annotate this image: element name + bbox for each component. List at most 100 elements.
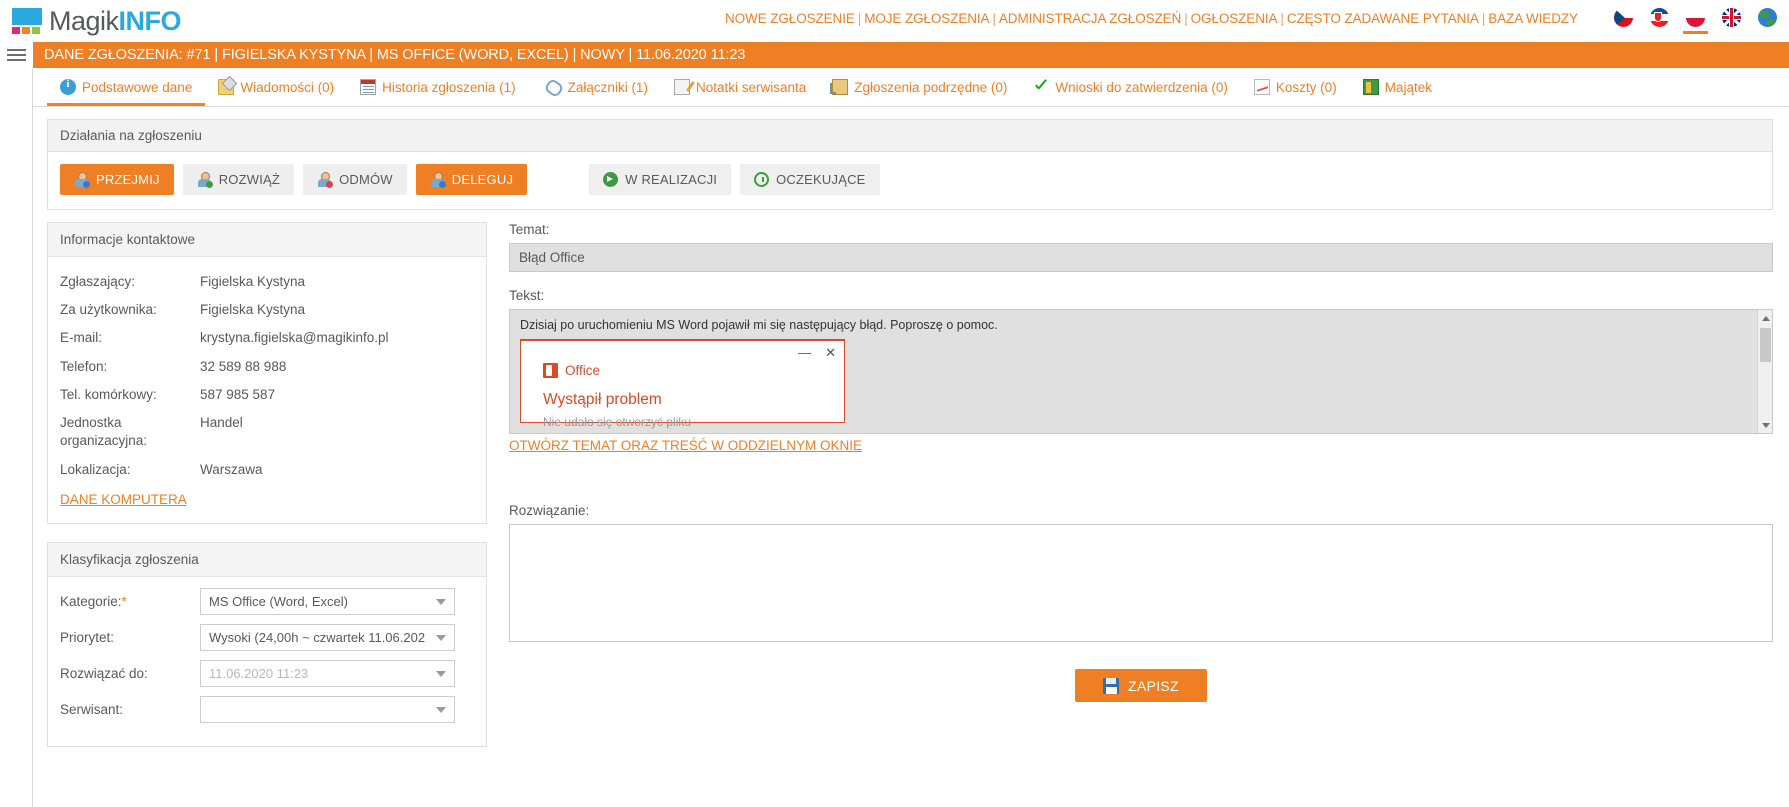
tab-notatki-serwisanta[interactable]: Notatki serwisanta xyxy=(661,71,819,106)
minimize-icon[interactable]: — xyxy=(798,345,811,361)
classification-title: Klasyfikacja zgłoszenia xyxy=(48,542,486,577)
open-in-separate-window-link[interactable]: OTWÓRZ TEMAT ORAZ TREŚĆ W ODDZIELNYM OKN… xyxy=(509,438,862,453)
message-icon xyxy=(218,79,235,95)
priorytet-select[interactable]: Wysoki (24,00h ~ czwartek 11.06.202 xyxy=(200,623,455,651)
nav-moje-zgloszenia[interactable]: MOJE ZGŁOSZENIA xyxy=(864,11,989,26)
w-realizacji-button[interactable]: W REALIZACJI xyxy=(589,164,732,195)
menu-hamburger-icon[interactable] xyxy=(0,42,33,68)
row-value: 32 589 88 988 xyxy=(200,358,287,374)
button-label: DELEGUJ xyxy=(451,172,514,187)
button-label: ROZWIĄŻ xyxy=(218,172,281,187)
subject-label: Temat: xyxy=(509,222,550,237)
tab-label: Notatki serwisanta xyxy=(695,79,807,95)
contact-row-zglaszajacy: Zgłaszający: Figielska Kystyna xyxy=(60,268,474,296)
paperclip-icon xyxy=(543,77,565,98)
text-label: Tekst: xyxy=(509,288,545,303)
dane-komputera-link[interactable]: DANE KOMPUTERA xyxy=(60,492,187,507)
przejmij-button[interactable]: PRZEJMIJ xyxy=(60,164,174,195)
ticket-text-area[interactable]: Dzisiaj po uruchomieniu MS Word pojawił … xyxy=(509,309,1773,434)
solution-textarea[interactable] xyxy=(509,524,1773,642)
logo-info-text: INFO xyxy=(118,5,182,36)
field-serwisant: Serwisant: xyxy=(60,695,474,723)
row-value: Warszawa xyxy=(200,461,263,477)
row-label: Lokalizacja: xyxy=(60,461,131,477)
tab-zalaczniki[interactable]: Załączniki (1) xyxy=(529,72,661,106)
flag-uk-icon[interactable] xyxy=(1722,8,1741,27)
tab-podstawowe-dane[interactable]: Podstawowe dane xyxy=(47,71,206,106)
row-label: E-mail: xyxy=(60,330,103,346)
person-refuse-icon xyxy=(317,172,334,188)
save-button-wrap: ZAPISZ xyxy=(509,642,1773,702)
rozwiaz-button[interactable]: ROZWIĄŻ xyxy=(182,164,295,195)
lang-czech[interactable] xyxy=(1614,8,1633,27)
oczekujace-button[interactable]: OCZEKUJĄCE xyxy=(740,164,880,195)
office-error-subtext: Nie udało się otworzyć pliku xyxy=(543,415,692,429)
left-rail xyxy=(0,68,33,807)
tab-historia-zgloszenia[interactable]: Historia zgłoszenia (1) xyxy=(347,71,529,106)
tab-label: Wiadomości (0) xyxy=(240,79,335,95)
tab-label: Zgłoszenia podrzędne (0) xyxy=(854,79,1008,95)
ticket-text-paragraph: Dzisiaj po uruchomieniu MS Word pojawił … xyxy=(520,318,998,332)
nav-baza-wiedzy[interactable]: BAZA WIEDZY xyxy=(1488,11,1578,26)
contact-row-jednostka-organizacyjna: Jednostka organizacyjna: Handel xyxy=(60,409,474,455)
close-icon[interactable]: ✕ xyxy=(825,345,836,361)
scroll-up-icon[interactable] xyxy=(1758,310,1772,325)
globe-icon[interactable] xyxy=(1758,8,1777,27)
tab-zgloszenia-podrzedne[interactable]: Zgłoszenia podrzędne (0) xyxy=(819,71,1020,106)
row-label: Jednostka organizacyjna: xyxy=(60,415,148,449)
subject-field[interactable]: Błąd Office xyxy=(509,243,1773,272)
contact-row-telefon: Telefon: 32 589 88 988 xyxy=(60,353,474,381)
flag-poland-icon[interactable] xyxy=(1686,8,1705,27)
button-label: PRZEJMIJ xyxy=(96,172,160,187)
scroll-down-icon[interactable] xyxy=(1758,418,1772,433)
label-text: Kategorie: xyxy=(60,593,122,609)
field-label: Kategorie:* xyxy=(60,594,200,609)
nav-ogloszenia[interactable]: OGŁOSZENIA xyxy=(1191,11,1278,26)
content-columns: Informacje kontaktowe Zgłaszający: Figiel… xyxy=(33,210,1789,747)
flag-slovak-icon[interactable] xyxy=(1650,8,1669,27)
contact-info-card: Informacje kontaktowe Zgłaszający: Figiel… xyxy=(47,222,487,524)
contact-row-telefon-komorkowy: Tel. komórkowy: 587 985 587 xyxy=(60,381,474,409)
classification-body: Kategorie:* MS Office (Word, Excel) Prio… xyxy=(48,577,486,746)
deleguj-button[interactable]: DELEGUJ xyxy=(415,164,528,195)
right-column: Temat: Błąd Office Tekst: Dzisiaj po uru… xyxy=(509,222,1773,747)
chevron-down-icon xyxy=(436,635,446,642)
tab-wnioski-do-zatwierdzenia[interactable]: Wnioski do zatwierdzenia (0) xyxy=(1020,71,1241,106)
app-root: MagikINFO NOWE ZGŁOSZENIE | MOJE ZGŁOSZENI… xyxy=(0,0,1789,807)
field-label: Priorytet: xyxy=(60,629,115,645)
row-value: Handel xyxy=(200,415,243,431)
field-label: Rozwiązać do: xyxy=(60,665,148,681)
actions-panel: Działania na zgłoszeniu PRZEJMIJ ROZWIĄŻ… xyxy=(47,119,1773,210)
text-area-scrollbar[interactable] xyxy=(1757,310,1772,433)
tab-majatek[interactable]: Majątek xyxy=(1350,71,1445,106)
main-content: Podstawowe dane Wiadomości (0) Historia … xyxy=(33,68,1789,807)
scrollbar-thumb[interactable] xyxy=(1760,328,1771,362)
left-column: Informacje kontaktowe Zgłaszający: Figiel… xyxy=(47,222,487,747)
save-button[interactable]: ZAPISZ xyxy=(1075,669,1207,702)
lang-global[interactable] xyxy=(1758,8,1777,27)
logo-magik-text: Magik xyxy=(49,5,119,36)
lang-slovak[interactable] xyxy=(1650,8,1669,27)
odmow-button[interactable]: ODMÓW xyxy=(303,164,407,195)
lang-uk[interactable] xyxy=(1722,8,1741,27)
rozwiazac-do-select[interactable]: 11.06.2020 11:23 xyxy=(200,659,455,687)
nav-sep: | xyxy=(1481,11,1486,26)
tab-wiadomosci[interactable]: Wiadomości (0) xyxy=(205,71,347,106)
tab-label: Podstawowe dane xyxy=(82,79,193,95)
kategorie-select[interactable]: MS Office (Word, Excel) xyxy=(200,587,455,615)
flag-czech-icon[interactable] xyxy=(1614,8,1633,27)
chevron-down-icon xyxy=(436,707,446,714)
serwisant-select[interactable] xyxy=(200,695,455,723)
row-value: Figielska Kystyna xyxy=(200,302,306,318)
nav-czesto-zadawane-pytania[interactable]: CZĘSTO ZADAWANE PYTANIA xyxy=(1287,11,1479,26)
field-label: Serwisant: xyxy=(60,701,124,717)
lang-poland[interactable] xyxy=(1683,8,1708,34)
nav-administracja-zgloszen[interactable]: ADMINISTRACJA ZGŁOSZEŃ xyxy=(999,11,1181,26)
tab-koszty[interactable]: Koszty (0) xyxy=(1241,71,1350,106)
nav-nowe-zgloszenie[interactable]: NOWE ZGŁOSZENIE xyxy=(725,11,855,26)
app-logo[interactable]: MagikINFO xyxy=(0,5,182,36)
contact-row-za-uzytkownika: Za użytkownika: Figielska Kystyna xyxy=(60,296,474,324)
row-value: krystyna.figielska@magikinfo.pl xyxy=(200,330,389,346)
tab-bar: Podstawowe dane Wiadomości (0) Historia … xyxy=(33,68,1789,107)
solution-label: Rozwiązanie: xyxy=(509,503,590,518)
